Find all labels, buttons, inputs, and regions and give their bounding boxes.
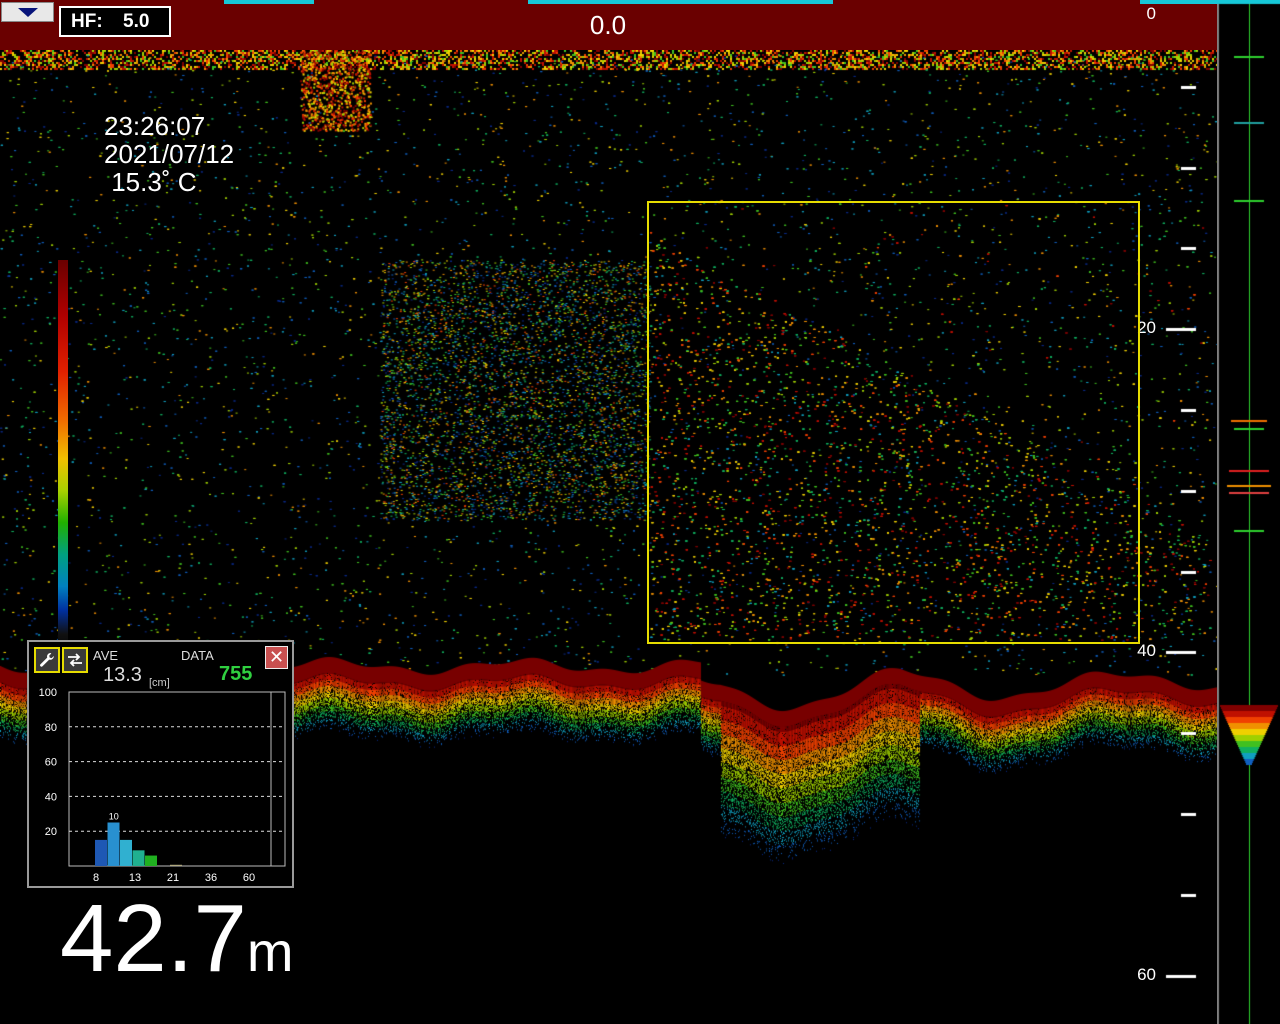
histogram-bar bbox=[120, 839, 132, 866]
data-count: 755 bbox=[219, 663, 253, 685]
range-indicator bbox=[528, 0, 833, 4]
triangle-down-icon bbox=[17, 7, 38, 17]
histogram-y-tick-label: 20 bbox=[45, 826, 57, 838]
a-scope-display bbox=[1217, 0, 1280, 1024]
selection-rectangle[interactable] bbox=[647, 201, 1140, 644]
fish-size-histogram-panel: AVE DATA 13.3 [cm] 755 ✕ 20 40 60 80 100 10 8 1… bbox=[27, 640, 294, 888]
histogram-bar bbox=[95, 839, 107, 866]
depth-unit: m bbox=[246, 920, 294, 983]
histogram-y-tick-label: 60 bbox=[45, 757, 57, 769]
hf-gain-box[interactable]: HF: 5.0 bbox=[59, 6, 171, 37]
histogram-y-tick-label: 80 bbox=[45, 722, 57, 734]
depth-label: 0 bbox=[1146, 4, 1156, 23]
histogram-bar bbox=[107, 822, 120, 866]
histogram-bar bbox=[170, 864, 182, 866]
clock-time: 23:26:07 bbox=[104, 111, 206, 141]
menu-button[interactable] bbox=[1, 2, 54, 22]
size-histogram: 20 40 60 80 100 10 8 13 21 36 60 bbox=[39, 687, 286, 884]
depth-label: 40 bbox=[1137, 641, 1156, 660]
date-display: 2021/07/12 bbox=[104, 139, 235, 169]
histogram-bar-label: 10 bbox=[109, 812, 119, 822]
close-button[interactable]: ✕ bbox=[265, 646, 288, 669]
swap-arrows-icon bbox=[68, 653, 82, 667]
top-value-readout: 0.0 bbox=[589, 10, 627, 40]
echo-color-scale bbox=[58, 260, 68, 658]
histogram-bar bbox=[145, 855, 157, 866]
ave-label: AVE bbox=[93, 648, 119, 663]
close-icon: ✕ bbox=[268, 647, 285, 667]
water-temperature: 15.3˚ C bbox=[104, 167, 197, 197]
wrench-icon bbox=[40, 653, 54, 667]
bottom-depth-readout: 42.7m bbox=[60, 884, 294, 1007]
histogram-x-tick-label: 8 bbox=[93, 872, 99, 884]
data-label: DATA bbox=[181, 648, 214, 663]
histogram-bar bbox=[132, 850, 145, 866]
histogram-x-tick-label: 36 bbox=[205, 872, 217, 884]
histogram-y-tick-label: 100 bbox=[39, 687, 57, 699]
histogram-y-tick-label: 40 bbox=[45, 791, 57, 803]
histogram-x-tick-label: 60 bbox=[243, 872, 255, 884]
histogram-x-tick-label: 21 bbox=[167, 872, 179, 884]
settings-button[interactable] bbox=[34, 647, 60, 673]
histogram-x-tick-label: 13 bbox=[129, 872, 141, 884]
swap-button[interactable] bbox=[62, 647, 88, 673]
depth-label: 60 bbox=[1137, 965, 1156, 984]
ave-value: 13.3 bbox=[103, 664, 142, 686]
hf-label: HF: bbox=[71, 10, 103, 32]
range-indicator bbox=[224, 0, 314, 4]
depth-value: 42.7 bbox=[60, 885, 247, 992]
hf-value: 5.0 bbox=[123, 10, 150, 32]
